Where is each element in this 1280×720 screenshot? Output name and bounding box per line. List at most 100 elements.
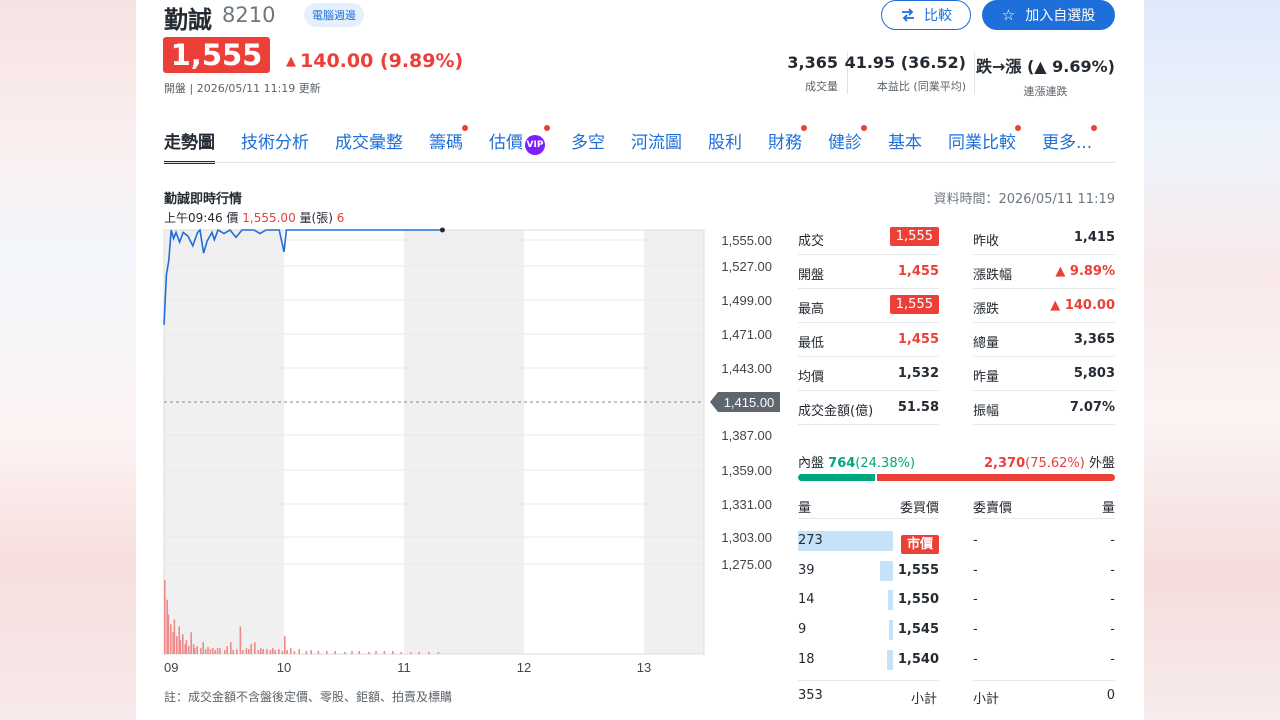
bid-price: 1,550 (897, 592, 939, 608)
bid-qty: 39 (798, 562, 815, 578)
page-background-left (0, 0, 136, 720)
quote-row: 開盤 1,455 (798, 255, 939, 289)
kpi-divider (974, 52, 975, 94)
notification-dot (801, 125, 807, 131)
volume-bar (194, 648, 196, 654)
volume-bar (207, 647, 209, 654)
quote-label: 均價 (798, 370, 825, 385)
volume-bar (428, 652, 430, 654)
add-to-watchlist-button[interactable]: ☆ 加入自選股 (982, 0, 1115, 30)
order-book-qty-header: 量 (798, 501, 812, 516)
quote-value: 3,365 (1073, 332, 1115, 347)
kpi-volume-label: 成交量 (805, 80, 838, 93)
market-status: 開盤 | 2026/05/11 11:19 更新 (164, 82, 321, 95)
ask-subtotal-qty: 0 (1106, 688, 1115, 703)
inner-value: 764 (828, 456, 856, 471)
inner-label: 內盤 (798, 456, 825, 471)
footnote: 註：成交金額不含盤後定價、零股、鉅額、拍賣及標購 (164, 690, 453, 704)
order-book-bid-header: 委買價 (899, 501, 939, 516)
volume-bar (375, 651, 377, 654)
volume-bar (383, 651, 386, 654)
tab-long-short[interactable]: 多空 (571, 128, 605, 164)
hour-band (164, 230, 284, 654)
volume-bar (173, 619, 176, 654)
reference-price-label: 1,415.00 (724, 395, 775, 410)
tab-river-chart[interactable]: 河流圖 (631, 128, 682, 164)
tab-chart[interactable]: 走勢圖 (164, 128, 215, 164)
industry-tag[interactable]: 電腦週邊 (304, 3, 364, 27)
quote-row: 振幅 7.07% (973, 391, 1115, 425)
volume-bar (224, 650, 226, 654)
volume-bar (212, 648, 214, 654)
tab-chips[interactable]: 籌碼 (429, 125, 468, 164)
volume-bar (164, 579, 166, 654)
ask-price: - (973, 533, 978, 548)
tab-valuation[interactable]: 估價 VIP (489, 125, 550, 164)
x-tick-label: 11 (397, 660, 411, 675)
tab-dividend[interactable]: 股利 (708, 128, 742, 164)
volume-bar (250, 644, 252, 654)
compare-button[interactable]: 比較 (881, 0, 971, 30)
quote-label: 昨量 (973, 370, 1000, 385)
order-book-ask-qty-header: 量 (1101, 501, 1115, 516)
kpi-pe-ratio: 41.95 (36.52) 本益比 (同業平均) (845, 53, 966, 94)
bid-qty: 273 (798, 533, 823, 548)
bid-price: 1,540 (897, 651, 939, 667)
compare-icon (902, 8, 914, 22)
bid-qty: 9 (798, 622, 807, 638)
inner-volume: 內盤 764(24.38%) (798, 452, 915, 471)
y-tick-label: 1,555.00 (721, 233, 772, 248)
ask-price: - (973, 622, 978, 638)
volume-bar (344, 652, 346, 654)
volume-bar (410, 652, 412, 654)
volume-bar (179, 640, 182, 654)
bid-qty: 14 (798, 592, 815, 608)
volume-bar (230, 642, 232, 654)
tab-label: 河流圖 (631, 133, 682, 153)
kpi-streak-value: 跌→漲 (▲ 9.69%) (976, 57, 1115, 76)
volume-bar (214, 650, 216, 654)
volume-bar (167, 614, 170, 654)
volume-bar (185, 640, 188, 654)
quote-value: 7.07% (1069, 400, 1115, 415)
outer-pct: (75.62%) (1025, 456, 1085, 471)
tab-technical[interactable]: 技術分析 (241, 128, 309, 164)
quote-row: 成交 1,555 (798, 221, 939, 255)
quote-row: 總量 3,365 (973, 323, 1115, 357)
volume-bar (392, 651, 394, 654)
volume-bar (266, 649, 268, 654)
tab-health-check[interactable]: 健診 (828, 125, 867, 164)
tab-label: 同業比較 (948, 133, 1016, 153)
volume-bar (317, 651, 320, 654)
volume-bar (188, 646, 190, 654)
volume-bar (278, 649, 280, 654)
ask-price: - (973, 562, 978, 578)
volume-bar (269, 650, 272, 654)
tab-more[interactable]: 更多... (1042, 125, 1098, 164)
quote-label: 最高 (798, 302, 825, 317)
price-change: ▲ 140.00 (9.89%) (286, 50, 463, 72)
bid-depth-bar (880, 560, 893, 581)
volume-bar (281, 651, 284, 654)
volume-bar (326, 651, 328, 654)
volume-bar (400, 652, 402, 654)
ask-qty: - (1110, 562, 1115, 578)
ask-qty: - (1110, 622, 1115, 638)
quote-label: 昨收 (973, 234, 1000, 249)
tab-financials[interactable]: 財務 (768, 125, 807, 164)
y-tick-label: 1,443.00 (721, 361, 772, 376)
quote-label: 最低 (798, 336, 825, 351)
quote-value: 1,415 (1073, 230, 1115, 245)
volume-bar (182, 634, 184, 654)
bid-price: 1,555 (897, 562, 939, 578)
price-change-value: 140.00 (9.89%) (300, 50, 464, 72)
order-book-divider (798, 680, 939, 681)
tab-label: 估價 (489, 133, 523, 153)
tab-basic[interactable]: 基本 (888, 128, 922, 164)
tab-trades[interactable]: 成交彙整 (335, 128, 403, 164)
tab-peer-compare[interactable]: 同業比較 (948, 125, 1021, 164)
tab-label: 股利 (708, 133, 742, 153)
stock-name: 勤誠 (164, 6, 212, 34)
hour-band (404, 230, 524, 654)
x-tick-label: 13 (637, 660, 651, 675)
